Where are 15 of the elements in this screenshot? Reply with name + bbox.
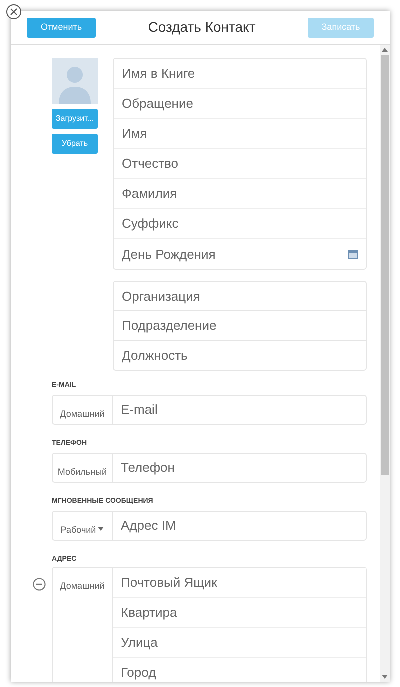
calendar-icon — [348, 250, 358, 258]
scroll-up-icon[interactable] — [382, 48, 388, 52]
input-field[interactable]: Должность — [113, 341, 367, 371]
remove-icon[interactable] — [33, 578, 46, 591]
avatar-placeholder — [52, 58, 98, 104]
input-field[interactable]: Организация — [113, 281, 367, 311]
input-field[interactable]: Подразделение — [113, 311, 367, 341]
date-field[interactable]: День Рождения — [114, 239, 348, 269]
close-icon[interactable] — [6, 4, 22, 20]
input-field[interactable]: Имя в Книге — [114, 59, 366, 89]
scroll-down-icon[interactable] — [382, 675, 388, 679]
scrollbar[interactable] — [380, 45, 390, 682]
dialog-title: Создать Контакт — [148, 18, 256, 37]
input-field[interactable]: Почтовый Ящик — [113, 568, 366, 598]
scrollbar-thumb[interactable] — [381, 55, 389, 475]
